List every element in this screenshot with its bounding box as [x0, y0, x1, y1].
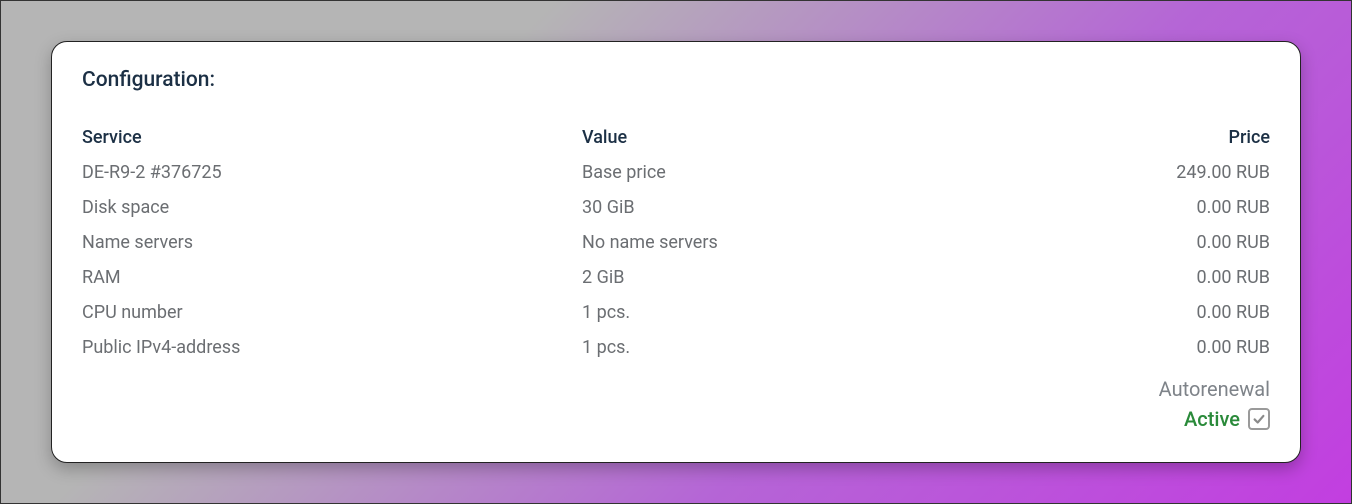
cell-service: CPU number: [82, 302, 582, 323]
active-status-label: Active: [1184, 407, 1240, 431]
table-row: Name servers No name servers 0.00 RUB: [82, 225, 1270, 260]
table-row: CPU number 1 pcs. 0.00 RUB: [82, 295, 1270, 330]
autorenewal-label: Autorenewal: [82, 377, 1270, 401]
cell-price: 249.00 RUB: [1070, 162, 1270, 183]
header-price: Price: [1070, 127, 1270, 148]
cell-value: 1 pcs.: [582, 302, 1070, 323]
cell-value: 1 pcs.: [582, 337, 1070, 358]
cell-service: RAM: [82, 267, 582, 288]
cell-value: Base price: [582, 162, 1070, 183]
header-value: Value: [582, 127, 1070, 148]
cell-value: No name servers: [582, 232, 1070, 253]
header-service: Service: [82, 127, 582, 148]
cell-value: 30 GiB: [582, 197, 1070, 218]
cell-service: DE-R9-2 #376725: [82, 162, 582, 183]
check-icon: [1252, 412, 1266, 426]
autorenewal-checkbox[interactable]: [1248, 408, 1270, 430]
table-row: DE-R9-2 #376725 Base price 249.00 RUB: [82, 155, 1270, 190]
card-footer: Autorenewal Active: [82, 377, 1270, 431]
cell-price: 0.00 RUB: [1070, 197, 1270, 218]
table-row: Public IPv4-address 1 pcs. 0.00 RUB: [82, 330, 1270, 365]
table-row: RAM 2 GiB 0.00 RUB: [82, 260, 1270, 295]
cell-price: 0.00 RUB: [1070, 267, 1270, 288]
config-table: Service Value Price DE-R9-2 #376725 Base…: [82, 120, 1270, 365]
cell-price: 0.00 RUB: [1070, 232, 1270, 253]
table-row: Disk space 30 GiB 0.00 RUB: [82, 190, 1270, 225]
cell-service: Public IPv4-address: [82, 337, 582, 358]
cell-service: Disk space: [82, 197, 582, 218]
active-status-row: Active: [1184, 407, 1270, 431]
card-title: Configuration:: [82, 68, 1270, 92]
cell-service: Name servers: [82, 232, 582, 253]
cell-value: 2 GiB: [582, 267, 1070, 288]
table-header-row: Service Value Price: [82, 120, 1270, 155]
cell-price: 0.00 RUB: [1070, 302, 1270, 323]
configuration-card: Configuration: Service Value Price DE-R9…: [51, 41, 1301, 463]
cell-price: 0.00 RUB: [1070, 337, 1270, 358]
